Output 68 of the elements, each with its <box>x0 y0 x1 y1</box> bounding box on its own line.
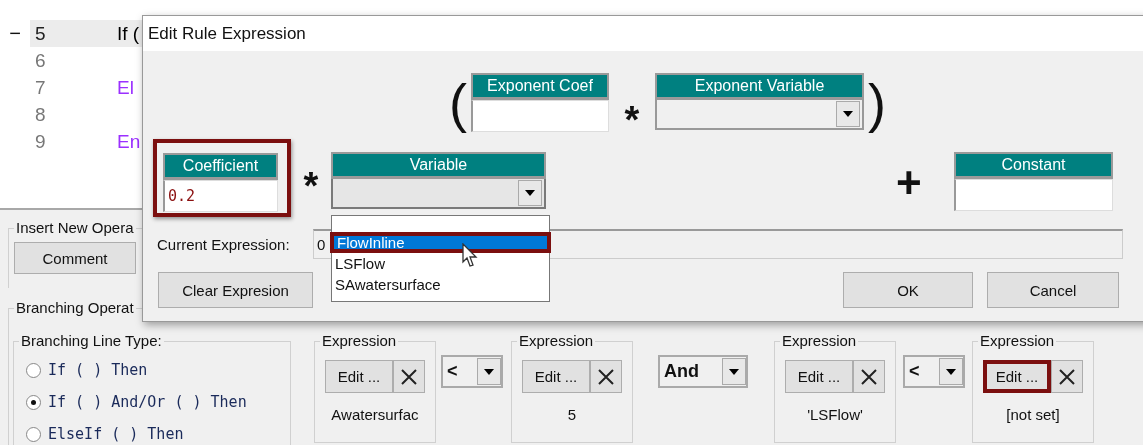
caret-icon <box>525 190 535 196</box>
edit-button[interactable]: Edit ... <box>983 360 1051 393</box>
caret-icon <box>484 368 494 375</box>
operator-select[interactable]: < <box>903 355 965 388</box>
group-legend: Expression <box>320 332 399 350</box>
edit-button[interactable]: Edit ... <box>522 360 590 393</box>
operator-select[interactable]: < <box>441 355 503 388</box>
close-icon <box>596 366 616 387</box>
comment-button[interactable]: Comment <box>14 242 136 274</box>
times-sign: * <box>302 164 320 205</box>
edit-button[interactable]: Edit ... <box>785 360 853 393</box>
column-header: Exponent Coef <box>471 73 609 100</box>
radio-label[interactable]: If ( ) Then <box>48 361 148 379</box>
close-paren: ) <box>867 73 887 133</box>
operator-select[interactable]: And <box>658 355 748 388</box>
radio-button[interactable] <box>26 394 41 410</box>
group-legend: Expression <box>517 332 596 350</box>
close-icon <box>399 366 419 387</box>
times-sign: * <box>623 98 641 139</box>
ok-button[interactable]: OK <box>843 272 973 308</box>
clear-button[interactable]: Clear Expresion <box>158 272 313 308</box>
code-text: If ( <box>117 22 140 45</box>
delete-button[interactable] <box>590 360 622 393</box>
delete-button[interactable] <box>853 360 885 393</box>
code-text: En <box>117 130 141 153</box>
column-header: Exponent Variable <box>655 73 864 100</box>
cancel-button[interactable]: Cancel <box>987 272 1119 308</box>
line-number: 5 <box>34 22 47 45</box>
code-text: El <box>117 76 134 99</box>
open-paren: ( <box>448 73 468 133</box>
radio-label[interactable]: If ( ) And/Or ( ) Then <box>48 393 247 411</box>
expression-value: 'LSFlow' <box>807 406 863 423</box>
window-title: Edit Rule Expression <box>148 23 306 44</box>
exponent-variable-select[interactable] <box>655 100 864 130</box>
radio-label[interactable]: ElseIf ( ) Then <box>48 425 184 443</box>
line-number: 7 <box>34 76 47 99</box>
radio-button[interactable] <box>26 362 41 378</box>
constant-field[interactable] <box>954 179 1113 211</box>
column-header: Constant <box>954 152 1113 179</box>
column-header: Variable <box>331 152 546 179</box>
collapse-toggle[interactable]: − <box>9 22 21 45</box>
delete-button[interactable] <box>1051 360 1083 393</box>
field-label: Current Expression: <box>157 235 291 253</box>
dropdown-option[interactable]: FlowInline <box>330 232 551 253</box>
group-legend: Branching Line Type: <box>19 332 164 350</box>
close-icon <box>859 366 879 387</box>
caret-icon <box>843 111 853 117</box>
radio-button[interactable] <box>26 426 41 442</box>
group-legend: Expression <box>978 332 1057 350</box>
variable-select[interactable] <box>331 179 546 209</box>
expression-value: [not set] <box>1006 406 1060 423</box>
expression-value: Awatersurfac <box>331 406 419 423</box>
edit-button[interactable]: Edit ... <box>325 360 393 393</box>
caret-icon <box>729 368 739 375</box>
line-number: 9 <box>34 130 47 153</box>
column-header: Coefficient <box>163 153 278 180</box>
delete-button[interactable] <box>393 360 425 393</box>
caret-icon <box>946 368 956 375</box>
coefficient-field[interactable]: 0.2 <box>163 180 278 212</box>
plus-sign: + <box>896 157 923 205</box>
close-icon <box>1057 366 1077 387</box>
expression-value: 5 <box>567 406 577 423</box>
dropdown-option[interactable]: SAwatersurface <box>332 274 549 295</box>
cursor-icon <box>462 243 480 269</box>
group-legend: Branching Operat <box>14 299 136 317</box>
exponent-coef-field[interactable] <box>471 100 609 132</box>
line-number: 6 <box>34 49 47 72</box>
group-legend: Expression <box>780 332 859 350</box>
